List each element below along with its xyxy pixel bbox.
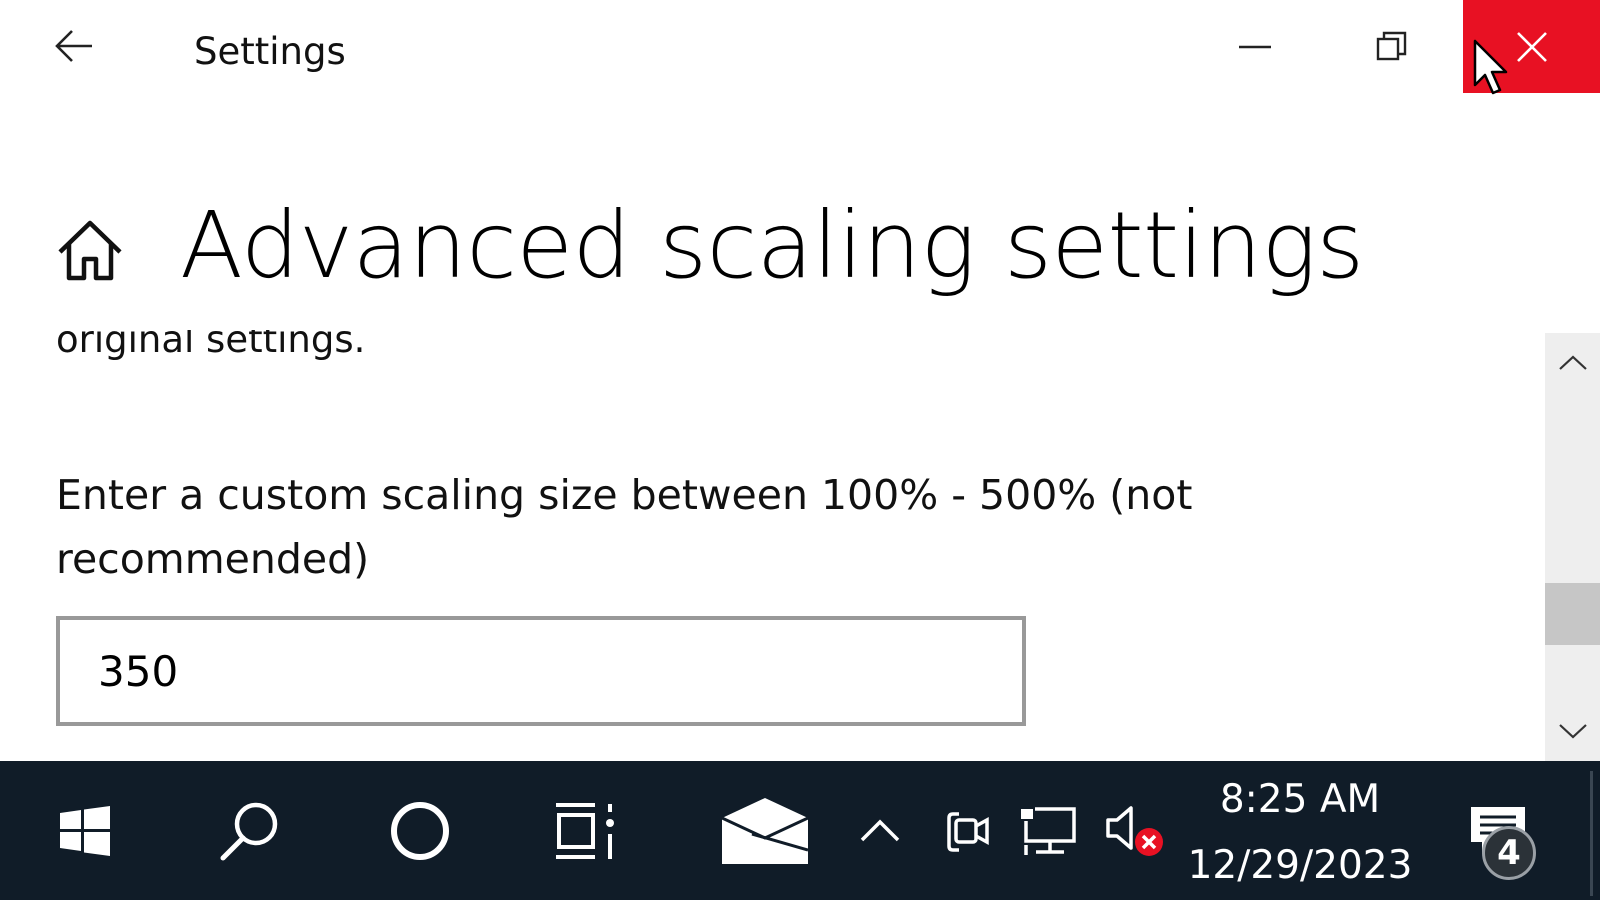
settings-content: original settings. Enter a custom scalin…	[0, 330, 1545, 760]
scroll-thumb[interactable]	[1545, 583, 1600, 645]
page-title: Advanced scaling settings	[180, 192, 1364, 299]
taskbar-clock[interactable]: 8:25 AM 12/29/2023	[1185, 761, 1415, 900]
meet-now-icon	[946, 811, 989, 852]
scroll-up-button[interactable]	[1545, 333, 1600, 393]
task-view-icon	[556, 802, 614, 859]
scroll-down-button[interactable]	[1545, 701, 1600, 761]
minimize-icon	[1239, 45, 1271, 48]
search-button[interactable]	[205, 761, 295, 900]
restore-button[interactable]	[1330, 0, 1454, 93]
clock-time: 8:25 AM	[1219, 777, 1381, 822]
close-icon	[1516, 31, 1547, 62]
windows-start-icon	[60, 805, 110, 856]
taskbar: 8:25 AM 12/29/2023 4	[0, 761, 1600, 900]
chevron-up-icon	[860, 819, 900, 841]
clock-date: 12/29/2023	[1187, 843, 1413, 888]
back-button[interactable]	[44, 18, 104, 74]
mail-icon	[722, 797, 808, 864]
home-icon[interactable]	[56, 218, 124, 282]
start-button[interactable]	[40, 761, 130, 900]
app-title: Settings	[194, 30, 346, 73]
chevron-down-icon	[1558, 724, 1587, 739]
minimize-button[interactable]	[1193, 0, 1317, 93]
description-text-partial: original settings.	[56, 330, 366, 361]
cortana-icon	[391, 801, 449, 860]
network-button[interactable]	[1015, 761, 1080, 900]
volume-muted-icon	[1106, 805, 1163, 856]
meet-now-button[interactable]	[940, 761, 995, 900]
vertical-scrollbar[interactable]	[1545, 333, 1600, 761]
search-icon	[220, 802, 278, 860]
chevron-up-icon	[1558, 355, 1587, 370]
notification-count-badge: 4	[1482, 826, 1536, 880]
back-arrow-icon	[55, 30, 92, 62]
mail-button[interactable]	[715, 761, 815, 900]
show-desktop-button[interactable]	[1590, 771, 1593, 896]
show-hidden-icons-button[interactable]	[855, 761, 905, 900]
volume-button[interactable]	[1100, 761, 1170, 900]
task-view-button[interactable]	[545, 761, 625, 900]
title-bar: Settings	[0, 0, 1600, 95]
cortana-button[interactable]	[375, 761, 465, 900]
custom-scaling-value: 350	[98, 646, 179, 696]
network-icon	[1018, 806, 1076, 855]
restore-icon	[1376, 31, 1407, 60]
custom-scaling-label: Enter a custom scaling size between 100%…	[56, 471, 1193, 583]
custom-scaling-input[interactable]: 350	[56, 616, 1026, 726]
mouse-pointer-icon	[1473, 39, 1508, 95]
